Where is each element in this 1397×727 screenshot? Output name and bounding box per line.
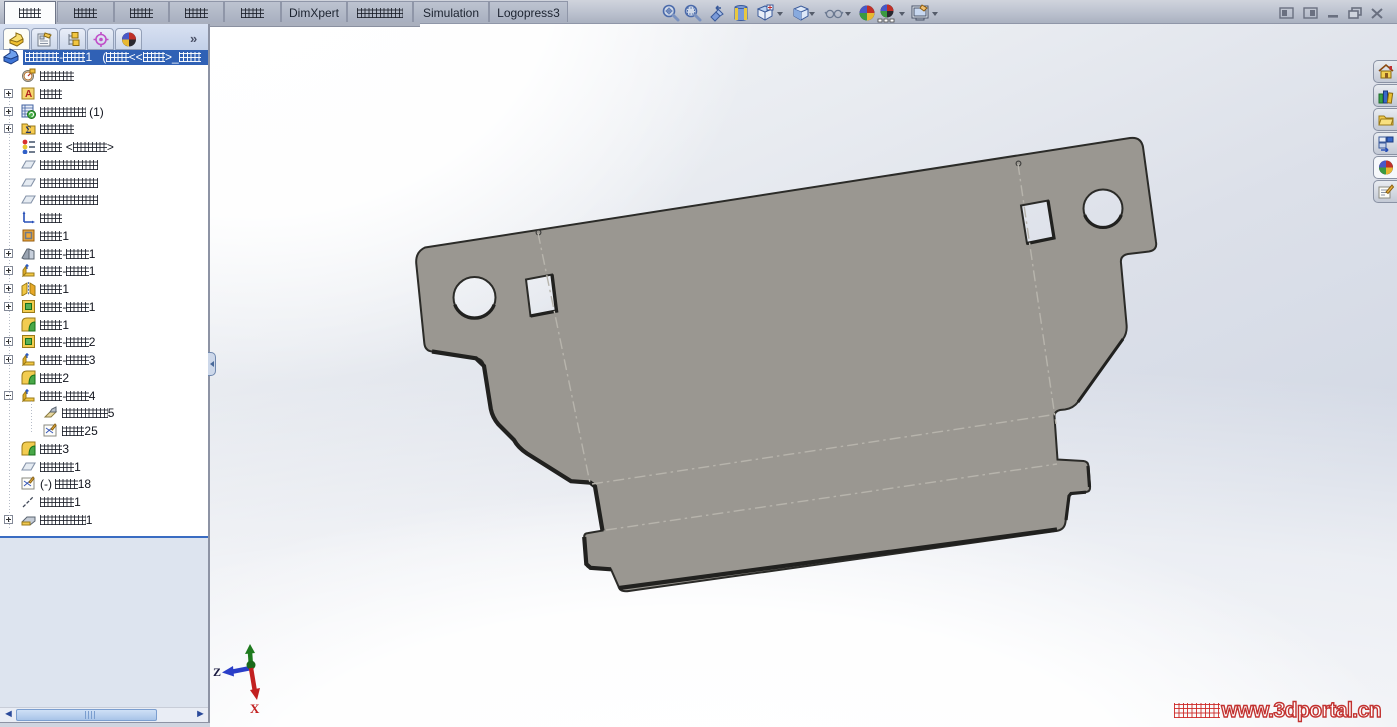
svg-text:Σ: Σ bbox=[26, 125, 32, 135]
svg-text:Z: Z bbox=[213, 665, 221, 679]
svg-text:A: A bbox=[25, 89, 32, 100]
svg-text:X: X bbox=[250, 701, 260, 716]
